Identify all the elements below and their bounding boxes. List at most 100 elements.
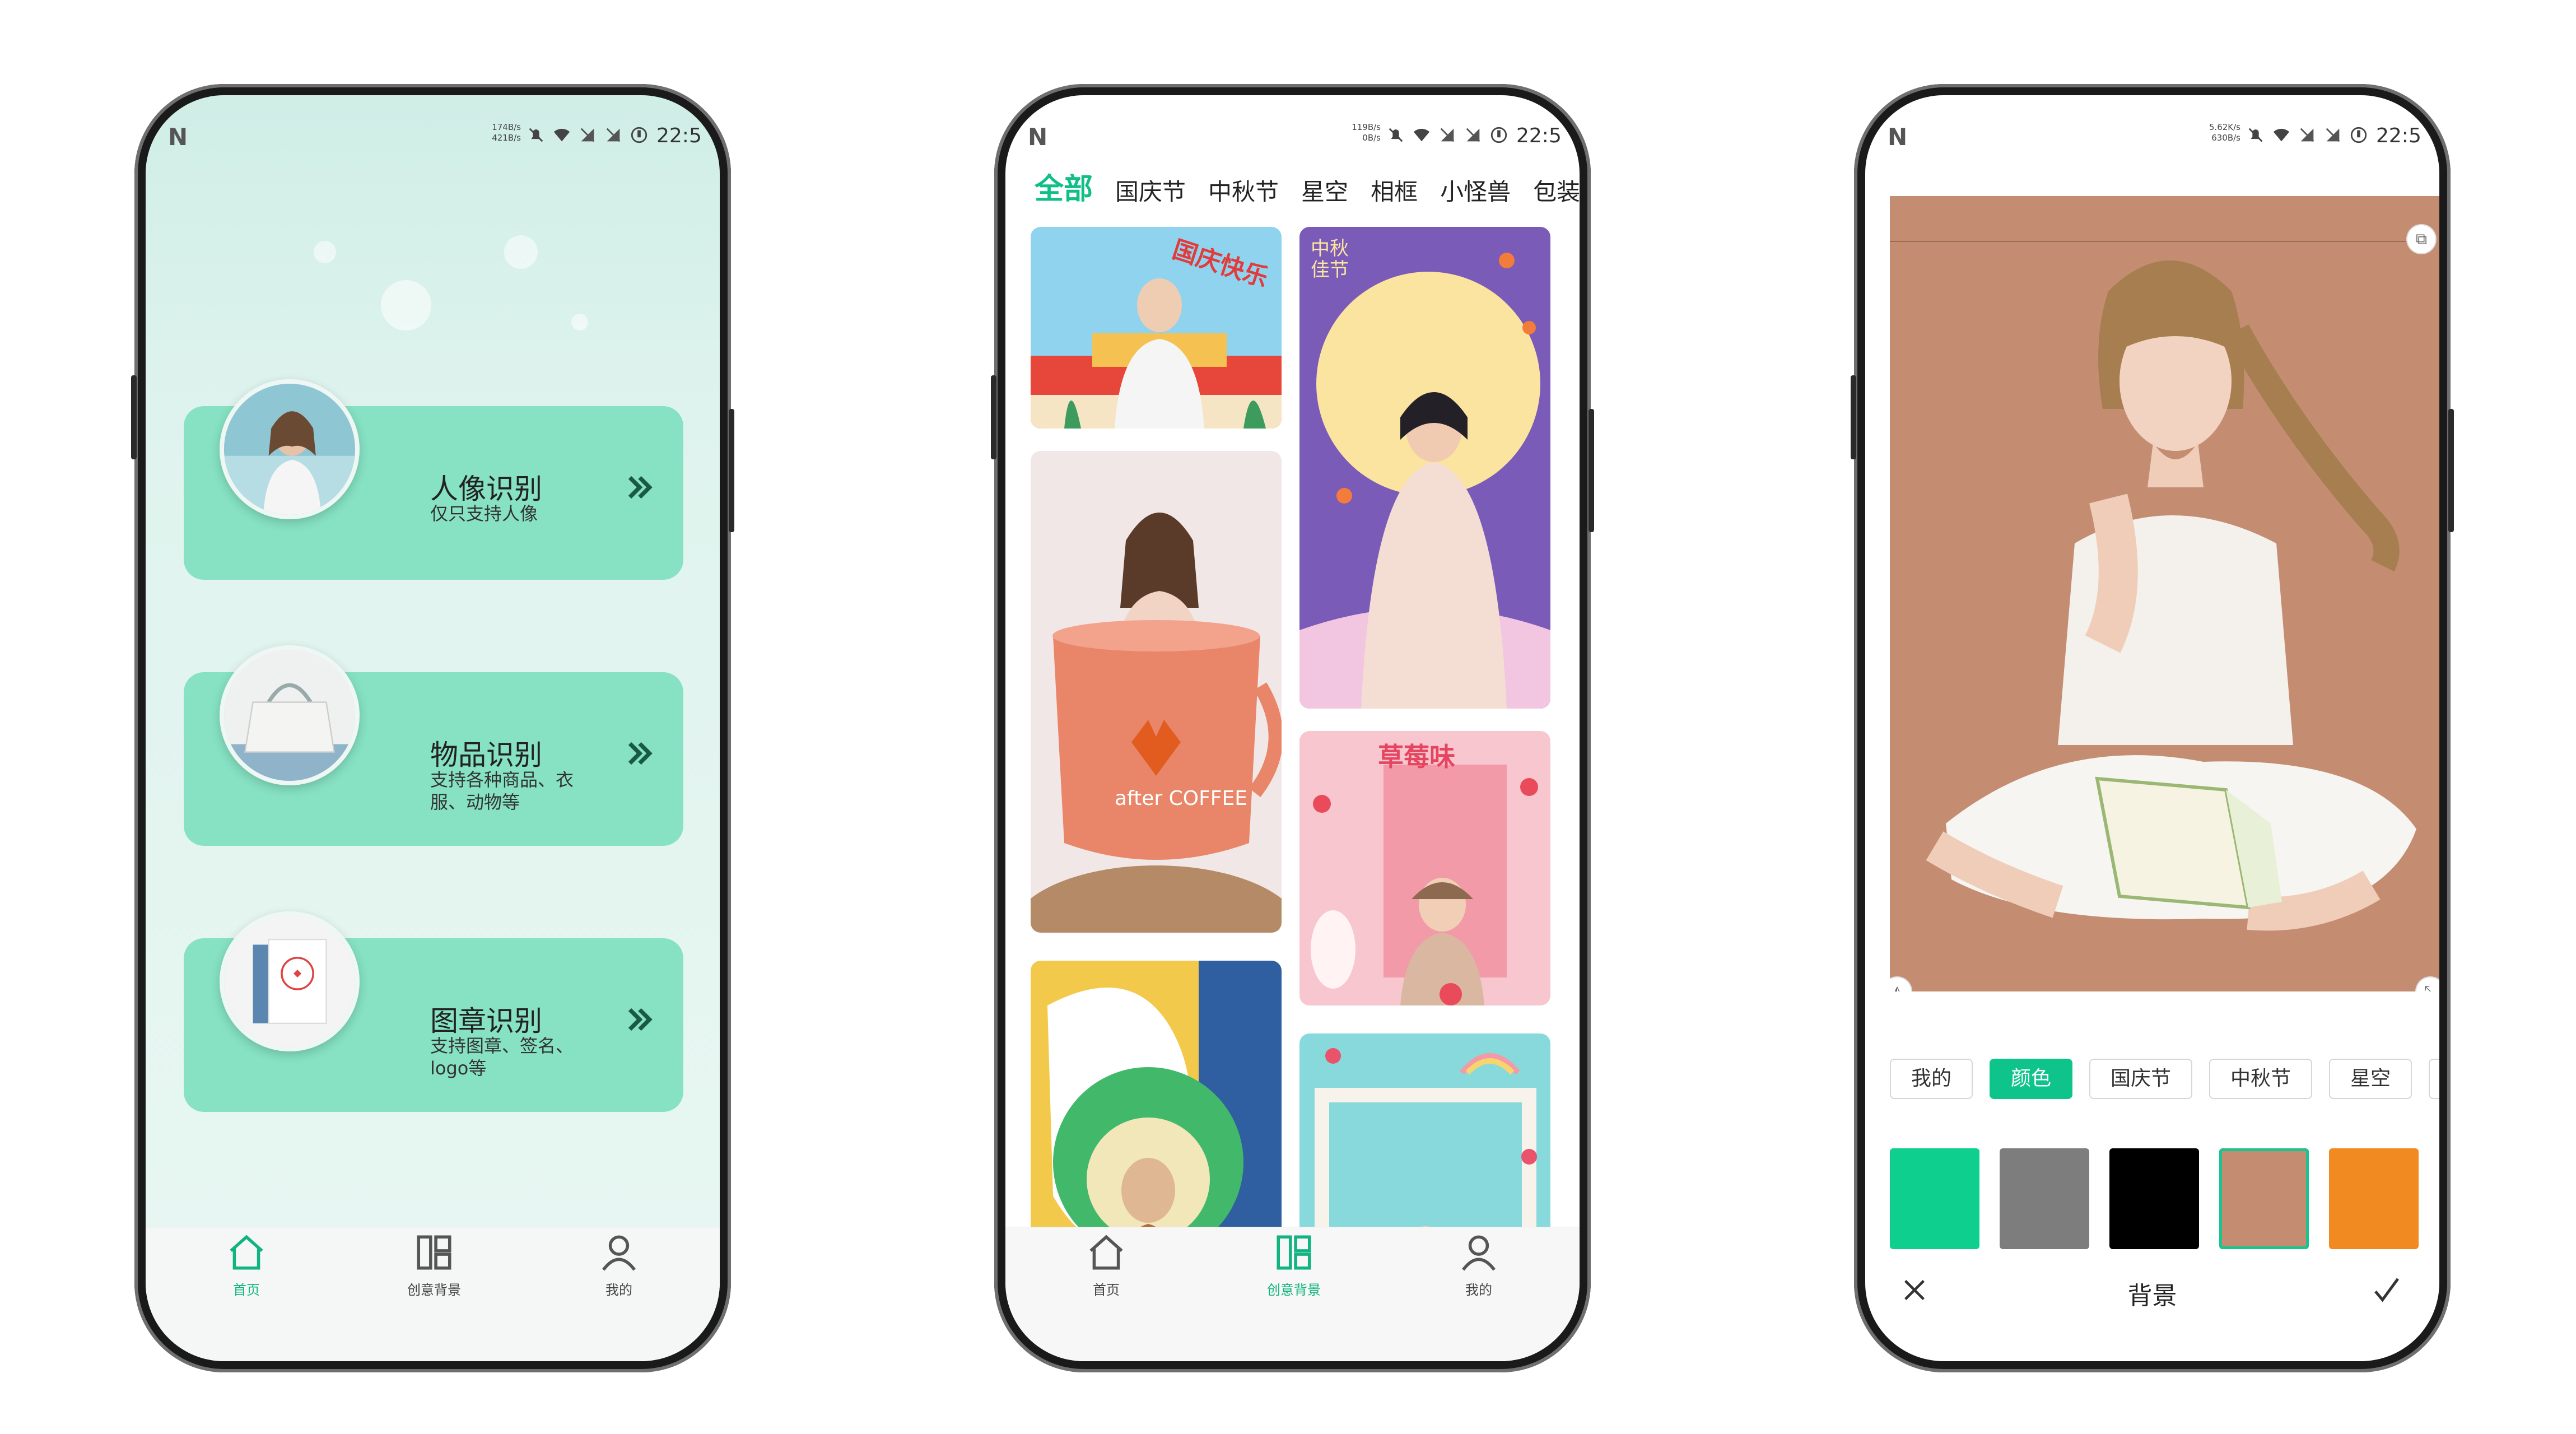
volume-button bbox=[1851, 375, 1856, 459]
power-button bbox=[729, 409, 734, 532]
no-signal-icon bbox=[606, 128, 621, 142]
mute-icon bbox=[529, 128, 543, 142]
object-recognition-card[interactable]: 物品识别 支持各种商品、衣服、动物等 bbox=[184, 645, 683, 846]
n-logo-icon: N bbox=[1028, 123, 1048, 151]
category-tab-little-monster[interactable]: 小怪兽 bbox=[1440, 173, 1511, 207]
card-description: 支持各种商品、衣服、动物等 bbox=[430, 769, 574, 813]
status-icons bbox=[527, 125, 649, 145]
double-chevron-right-icon bbox=[628, 742, 653, 765]
copy-layer-icon[interactable]: ⧉ bbox=[2407, 225, 2435, 253]
category-tab-starry-sky[interactable]: 星空 bbox=[1301, 173, 1348, 207]
check-icon[interactable] bbox=[2370, 1273, 2403, 1307]
color-swatch[interactable] bbox=[2000, 1148, 2089, 1249]
battery-icon bbox=[1490, 127, 1507, 143]
tab-label: 首页 bbox=[233, 1282, 260, 1298]
double-chevron-right-icon bbox=[628, 1008, 653, 1031]
portrait-recognition-card[interactable]: 人像识别 仅只支持人像 bbox=[184, 379, 683, 580]
mute-icon bbox=[2248, 128, 2263, 142]
user-icon bbox=[602, 1235, 636, 1271]
portrait-thumbnail bbox=[220, 379, 360, 519]
bottom-tab-bar: 首页 创意背景 我的 bbox=[146, 1227, 720, 1361]
color-swatch[interactable] bbox=[1890, 1148, 1979, 1249]
status-bar: N 5.62K/s 630B/s 22:5 bbox=[1865, 121, 2439, 155]
no-signal-icon bbox=[2326, 128, 2340, 142]
category-tab-national-day[interactable]: 国庆节 bbox=[1115, 173, 1186, 207]
phone-gallery: N 119B/s 0B/s 22:5 全部 国庆节 中秋节 星空 相框 小怪兽 bbox=[991, 84, 1594, 1372]
category-tab-packaging[interactable]: 包装 bbox=[1533, 173, 1580, 207]
net-speed: 119B/s 0B/s bbox=[1352, 122, 1381, 143]
n-logo-icon: N bbox=[1888, 123, 1908, 151]
wifi-icon bbox=[553, 128, 570, 142]
net-speed: 174B/s 421B/s bbox=[492, 122, 521, 143]
color-swatch[interactable] bbox=[2329, 1148, 2419, 1249]
phone-editor: N 5.62K/s 630B/s 22:5 ⧉ ◭ ⤡ 我的 颜色 国庆节 中秋… bbox=[1851, 84, 2454, 1372]
chip-frame[interactable]: 相 bbox=[2429, 1059, 2439, 1099]
chip-starry-sky[interactable]: 星空 bbox=[2329, 1059, 2412, 1099]
category-tab-photo-frame[interactable]: 相框 bbox=[1371, 173, 1418, 207]
editor-screen: N 5.62K/s 630B/s 22:5 ⧉ ◭ ⤡ 我的 颜色 国庆节 中秋… bbox=[1865, 95, 2439, 1361]
chip-mine[interactable]: 我的 bbox=[1890, 1059, 1973, 1099]
no-sim-icon bbox=[2300, 128, 2314, 142]
template-tile[interactable]: 国庆快乐 bbox=[1031, 227, 1282, 429]
stamp-thumbnail bbox=[220, 911, 360, 1051]
clock: 22:5 bbox=[2376, 124, 2421, 147]
wifi-icon bbox=[1413, 128, 1430, 142]
color-swatches bbox=[1890, 1148, 2419, 1249]
tab-mine[interactable]: 我的 bbox=[1417, 1232, 1540, 1298]
category-tab-all[interactable]: 全部 bbox=[1035, 165, 1093, 207]
template-tile[interactable]: after COFFEE bbox=[1031, 451, 1282, 933]
template-tile[interactable]: 中秋佳节 bbox=[1299, 227, 1550, 709]
tab-label: 我的 bbox=[605, 1282, 632, 1298]
n-logo-icon: N bbox=[168, 123, 188, 151]
phone-home: N 174B/s 421B/s 22:5 人像识别 仅只支持人像 物品识别 支持… bbox=[131, 84, 734, 1372]
tab-home[interactable]: 首页 bbox=[185, 1232, 308, 1298]
editor-action-bar: 背景 bbox=[1865, 1269, 2439, 1325]
editor-title: 背景 bbox=[2127, 1282, 2177, 1310]
card-title: 图章识别 bbox=[430, 1005, 542, 1037]
template-tile[interactable]: 草莓味 bbox=[1299, 731, 1550, 1005]
tile-caption: 草莓味 bbox=[1378, 742, 1455, 772]
card-title: 人像识别 bbox=[430, 473, 542, 505]
no-sim-icon bbox=[580, 128, 595, 142]
tab-label: 我的 bbox=[1465, 1282, 1492, 1298]
clock: 22:5 bbox=[656, 124, 702, 147]
card-title: 物品识别 bbox=[430, 739, 542, 771]
power-button bbox=[1589, 409, 1594, 532]
color-swatch-selected[interactable] bbox=[2219, 1148, 2309, 1249]
no-sim-icon bbox=[1440, 128, 1455, 142]
battery-icon bbox=[631, 127, 648, 143]
battery-icon bbox=[2350, 127, 2367, 143]
wifi-icon bbox=[2273, 128, 2290, 142]
card-description: 仅只支持人像 bbox=[430, 503, 538, 524]
chip-color[interactable]: 颜色 bbox=[1990, 1059, 2073, 1099]
clock: 22:5 bbox=[1516, 124, 1562, 147]
card-description: 支持图章、签名、logo等 bbox=[430, 1035, 574, 1079]
gallery-screen: N 119B/s 0B/s 22:5 全部 国庆节 中秋节 星空 相框 小怪兽 bbox=[1005, 95, 1580, 1361]
volume-button bbox=[991, 375, 996, 459]
tab-home[interactable]: 首页 bbox=[1045, 1232, 1168, 1298]
chip-mid-autumn[interactable]: 中秋节 bbox=[2209, 1059, 2313, 1099]
no-signal-icon bbox=[1466, 128, 1480, 142]
category-tabs: 全部 国庆节 中秋节 星空 相框 小怪兽 包装 bbox=[1035, 162, 1580, 207]
tile-caption: 中秋佳节 bbox=[1311, 238, 1349, 281]
edited-photo-canvas[interactable]: ⧉ ◭ ⤡ bbox=[1890, 196, 2439, 991]
bottom-tab-bar: 首页 创意背景 我的 bbox=[1005, 1227, 1580, 1361]
subject-cutout bbox=[1926, 260, 2416, 931]
background-category-chips: 我的 颜色 国庆节 中秋节 星空 相 bbox=[1890, 1059, 2439, 1099]
net-speed: 5.62K/s 630B/s bbox=[2209, 122, 2240, 143]
handbag-thumbnail bbox=[220, 645, 360, 785]
category-tab-mid-autumn[interactable]: 中秋节 bbox=[1208, 173, 1279, 207]
user-icon bbox=[1462, 1235, 1496, 1271]
tab-creative-background[interactable]: 创意背景 bbox=[1232, 1232, 1355, 1298]
status-bar: N 119B/s 0B/s 22:5 bbox=[1005, 121, 1580, 155]
home-icon bbox=[1089, 1235, 1123, 1270]
tab-creative-background[interactable]: 创意背景 bbox=[372, 1232, 496, 1298]
stage: N 174B/s 421B/s 22:5 人像识别 仅只支持人像 物品识别 支持… bbox=[0, 0, 2576, 1434]
color-swatch[interactable] bbox=[2109, 1148, 2199, 1249]
tab-label: 创意背景 bbox=[1267, 1282, 1321, 1298]
status-icons bbox=[2246, 125, 2368, 145]
chip-national-day[interactable]: 国庆节 bbox=[2089, 1059, 2193, 1099]
tab-mine[interactable]: 我的 bbox=[557, 1232, 681, 1298]
stamp-recognition-card[interactable]: 图章识别 支持图章、签名、logo等 bbox=[184, 911, 683, 1112]
status-icons bbox=[1386, 125, 1508, 145]
